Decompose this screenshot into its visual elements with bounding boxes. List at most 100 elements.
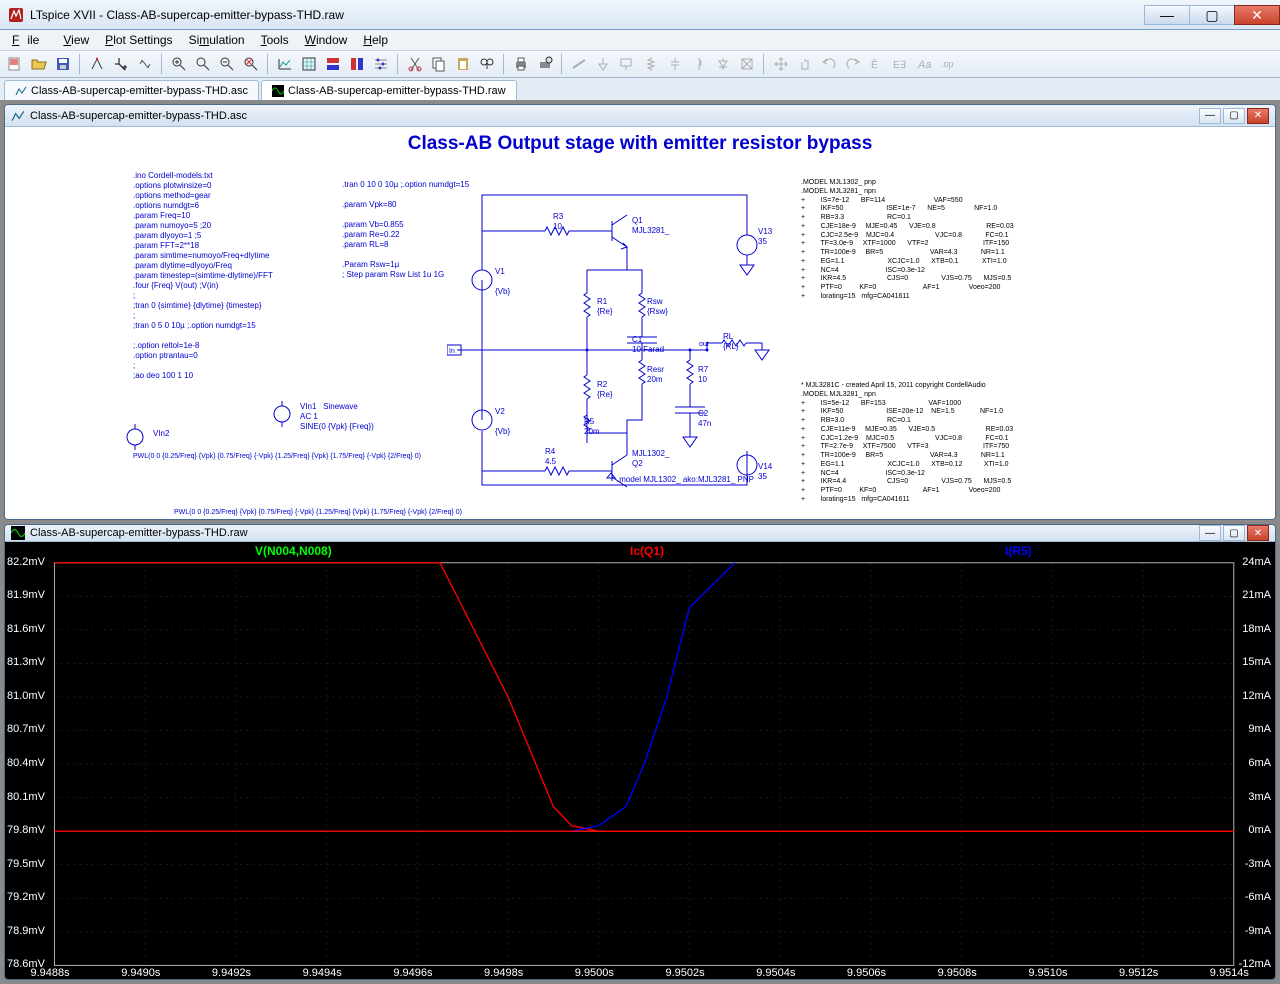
menu-window[interactable]: Window bbox=[297, 31, 356, 49]
control-panel-button[interactable] bbox=[86, 53, 108, 75]
run-button[interactable] bbox=[110, 53, 132, 75]
trace2-label[interactable]: Ic(Q1) bbox=[630, 544, 664, 558]
copy-button[interactable] bbox=[428, 53, 450, 75]
c1-label: C1 10;Farad bbox=[632, 335, 664, 355]
model-ref[interactable]: .model MJL1302_ ako:MJL3281_ PNP bbox=[617, 475, 754, 485]
paste-button[interactable] bbox=[452, 53, 474, 75]
menu-plot-settings[interactable]: Plot Settings bbox=[97, 31, 180, 49]
window-maximize-button[interactable]: ▢ bbox=[1189, 5, 1235, 25]
schematic-window-title: Class-AB-supercap-emitter-bypass-THD.asc bbox=[30, 110, 247, 122]
x-tick: 9.9496s bbox=[393, 967, 432, 979]
x-tick: 9.9492s bbox=[212, 967, 251, 979]
cut-button[interactable] bbox=[404, 53, 426, 75]
schematic-canvas[interactable]: Class-AB Output stage with emitter resis… bbox=[5, 127, 1275, 519]
model-npn-block[interactable]: * MJL3281C - created April 15, 2011 copy… bbox=[801, 382, 1013, 505]
zoom-out-button[interactable] bbox=[216, 53, 238, 75]
schematic-title: Class-AB Output stage with emitter resis… bbox=[5, 133, 1275, 155]
x-tick: 9.9498s bbox=[484, 967, 523, 979]
window-close-button[interactable]: ✕ bbox=[1234, 5, 1280, 25]
y-right-tick: -6mA bbox=[1245, 891, 1271, 903]
tab-strip: Class-AB-supercap-emitter-bypass-THD.asc… bbox=[0, 78, 1280, 100]
svg-text:Ě: Ě bbox=[871, 58, 878, 71]
x-tick: 9.9510s bbox=[1028, 967, 1067, 979]
spice-directive-button: .op bbox=[938, 53, 960, 75]
x-tick: 9.9514s bbox=[1210, 967, 1249, 979]
x-tick: 9.9502s bbox=[665, 967, 704, 979]
model-pnp-block[interactable]: .MODEL MJL1302_ pnp .MODEL MJL3281_ npn … bbox=[801, 179, 1014, 302]
mirror-button: E∃ bbox=[890, 53, 912, 75]
halt-button[interactable] bbox=[134, 53, 156, 75]
drag-button bbox=[794, 53, 816, 75]
menu-bar: File View Plot Settings Simulation Tools… bbox=[0, 30, 1280, 50]
menu-file[interactable]: File bbox=[4, 31, 55, 49]
add-trace-button[interactable] bbox=[298, 53, 320, 75]
open-button[interactable] bbox=[28, 53, 50, 75]
y-left-tick: 81.0mV bbox=[7, 690, 45, 702]
svg-text:out: out bbox=[699, 341, 709, 348]
svg-text:In: In bbox=[449, 348, 455, 355]
v1-label: V1 {Vb} bbox=[495, 267, 510, 297]
mdi-close-button[interactable]: ✕ bbox=[1247, 525, 1269, 541]
zoom-full-button[interactable] bbox=[240, 53, 262, 75]
spice-options-block[interactable]: .ino Cordell-models.txt .options plotwin… bbox=[133, 171, 273, 381]
diode-button bbox=[712, 53, 734, 75]
y-right-tick: 3mA bbox=[1248, 791, 1271, 803]
y-right-tick: -9mA bbox=[1245, 925, 1271, 937]
pan-button[interactable] bbox=[192, 53, 214, 75]
tile-horiz-button[interactable] bbox=[322, 53, 344, 75]
resr-label: Resr 20m bbox=[647, 365, 664, 385]
y-left-tick: 79.8mV bbox=[7, 824, 45, 836]
window-minimize-button[interactable]: — bbox=[1144, 5, 1190, 25]
y-right-tick: 0mA bbox=[1248, 824, 1271, 836]
menu-help[interactable]: Help bbox=[355, 31, 396, 49]
mdi-minimize-button[interactable]: — bbox=[1199, 108, 1221, 124]
mdi-close-button[interactable]: ✕ bbox=[1247, 108, 1269, 124]
waveform-window-title: Class-AB-supercap-emitter-bypass-THD.raw bbox=[30, 527, 248, 539]
r3-label: R3 10 bbox=[553, 212, 563, 232]
window-title: LTspice XVII - Class-AB-supercap-emitter… bbox=[30, 8, 1145, 22]
mdi-minimize-button[interactable]: — bbox=[1199, 525, 1221, 541]
select-steps-button[interactable] bbox=[370, 53, 392, 75]
tab-schematic[interactable]: Class-AB-supercap-emitter-bypass-THD.asc bbox=[4, 80, 259, 100]
pwl-comment[interactable]: PWL(0 0 {0.25/Freq} {Vpk} {0.75/Freq} {-… bbox=[174, 509, 462, 518]
y-right-tick: 24mA bbox=[1242, 556, 1271, 568]
find-button[interactable] bbox=[476, 53, 498, 75]
resistor-button bbox=[640, 53, 662, 75]
autorange-button[interactable] bbox=[274, 53, 296, 75]
q2-label: MJL1302_ Q2 bbox=[632, 449, 669, 469]
trace1-label[interactable]: V(N004,N008) bbox=[255, 544, 332, 558]
work-area: Class-AB-supercap-emitter-bypass-THD.asc… bbox=[0, 100, 1280, 984]
move-button bbox=[770, 53, 792, 75]
new-schematic-button[interactable] bbox=[4, 53, 26, 75]
window-titlebar: LTspice XVII - Class-AB-supercap-emitter… bbox=[0, 0, 1280, 30]
zoom-in-button[interactable] bbox=[168, 53, 190, 75]
tab-waveform[interactable]: Class-AB-supercap-emitter-bypass-THD.raw bbox=[261, 80, 517, 100]
vin1-label: VIn1 Sinewave AC 1 SINE(0 {Vpk} {Freq}) bbox=[300, 402, 374, 432]
x-tick: 9.9508s bbox=[938, 967, 977, 979]
print-button[interactable] bbox=[510, 53, 532, 75]
rsw-label: Rsw {Rsw} bbox=[647, 297, 668, 317]
schematic-titlebar: Class-AB-supercap-emitter-bypass-THD.asc… bbox=[5, 105, 1275, 127]
menu-simulation[interactable]: Simulation bbox=[181, 31, 253, 49]
rotate-button: Ě bbox=[866, 53, 888, 75]
x-tick: 9.9504s bbox=[756, 967, 795, 979]
r1-label: R1 {Re} bbox=[597, 297, 613, 317]
trace3-label[interactable]: I(R5) bbox=[1005, 544, 1032, 558]
y-left-tick: 80.7mV bbox=[7, 723, 45, 735]
text-button: Aa bbox=[914, 53, 936, 75]
pwl-text[interactable]: PWL(0 0 {0.25/Freq} {Vpk} {0.75/Freq} {-… bbox=[133, 453, 421, 462]
tile-vert-button[interactable] bbox=[346, 53, 368, 75]
menu-tools[interactable]: Tools bbox=[253, 31, 297, 49]
mdi-maximize-button[interactable]: ▢ bbox=[1223, 525, 1245, 541]
print-setup-button[interactable] bbox=[534, 53, 556, 75]
vin2-source-symbol[interactable] bbox=[120, 422, 150, 452]
vin1-source-symbol[interactable] bbox=[267, 399, 297, 429]
mdi-maximize-button[interactable]: ▢ bbox=[1223, 108, 1245, 124]
rl-label: RL {RL} bbox=[723, 332, 739, 352]
menu-view[interactable]: View bbox=[55, 31, 97, 49]
waveform-canvas[interactable]: V(N004,N008) Ic(Q1) I(R5) 82.2mV81.9mV81… bbox=[5, 542, 1275, 980]
vin2-label: VIn2 bbox=[153, 429, 169, 439]
y-left-tick: 81.3mV bbox=[7, 656, 45, 668]
r4-label: R4 4.5 bbox=[545, 447, 556, 467]
save-button[interactable] bbox=[52, 53, 74, 75]
